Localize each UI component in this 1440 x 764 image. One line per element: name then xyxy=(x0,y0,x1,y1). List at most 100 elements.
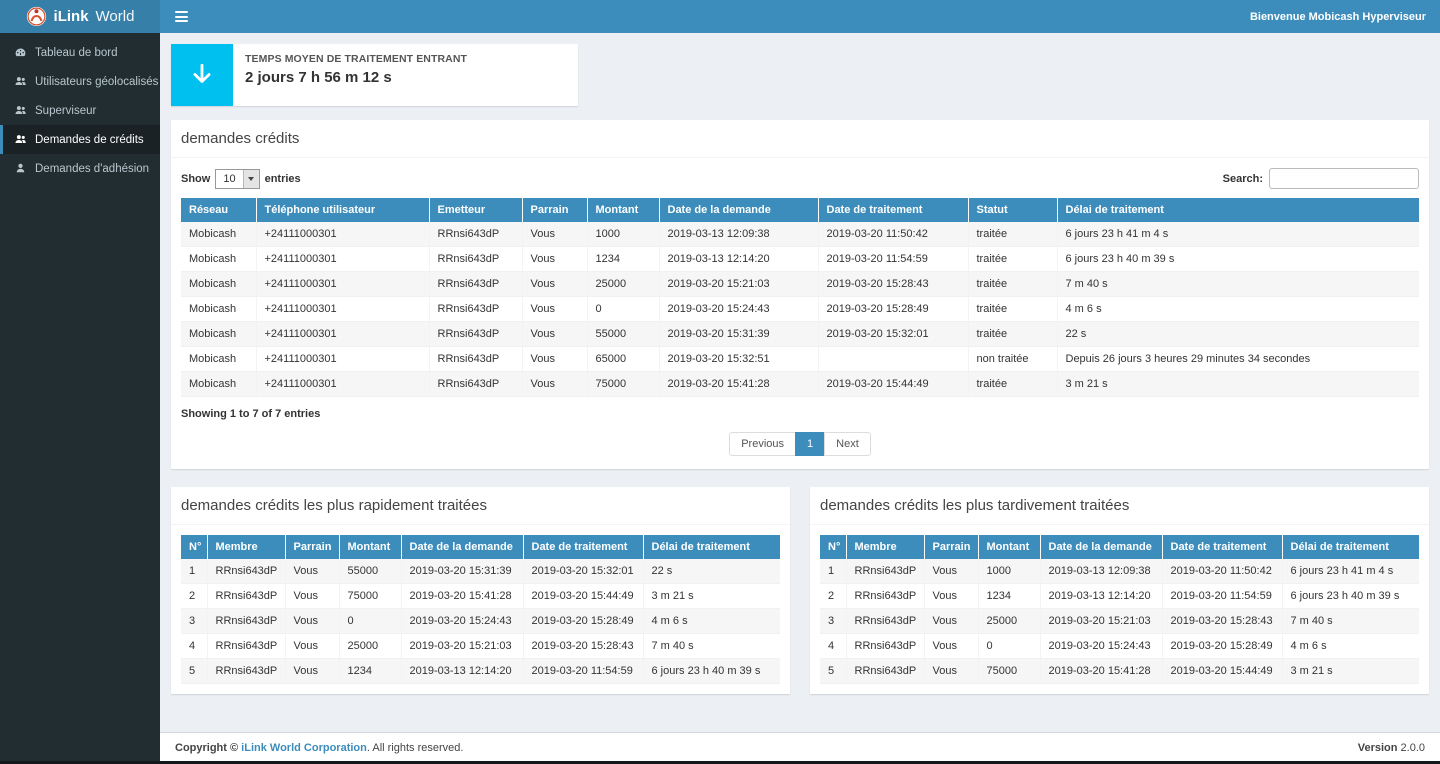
sidebar-item-superviseur[interactable]: Superviseur xyxy=(0,96,160,125)
table-cell: 2019-03-20 15:41:28 xyxy=(659,372,818,397)
page-length-select[interactable]: 10 xyxy=(215,169,259,189)
table-cell: 1234 xyxy=(339,659,401,684)
table-cell: RRnsi643dP xyxy=(429,272,522,297)
users-icon xyxy=(14,104,27,117)
column-header[interactable]: Parrain xyxy=(285,535,339,559)
column-header[interactable]: Date de traitement xyxy=(818,198,968,222)
table-cell: Vous xyxy=(522,372,587,397)
table-row: Mobicash+24111000301RRnsi643dPVous100020… xyxy=(181,222,1419,247)
table-cell: 22 s xyxy=(1057,322,1419,347)
column-header[interactable]: Délai de traitement xyxy=(1057,198,1419,222)
table-header-row: N°MembreParrainMontantDate de la demande… xyxy=(820,535,1419,559)
table-cell: Mobicash xyxy=(181,297,256,322)
column-header[interactable]: Statut xyxy=(968,198,1057,222)
table-cell: Vous xyxy=(924,634,978,659)
table-cell: +24111000301 xyxy=(256,322,429,347)
brand-name-bold: iLink xyxy=(54,8,89,25)
column-header[interactable]: Montant xyxy=(339,535,401,559)
column-header[interactable]: Parrain xyxy=(924,535,978,559)
table-cell: Vous xyxy=(522,322,587,347)
column-header[interactable]: Emetteur xyxy=(429,198,522,222)
table-cell: Mobicash xyxy=(181,222,256,247)
sidebar-item-utilisateurs-geolocalises[interactable]: Utilisateurs géolocalisés xyxy=(0,67,160,96)
table-cell: 6 jours 23 h 40 m 39 s xyxy=(643,659,780,684)
column-header[interactable]: Date de la demande xyxy=(659,198,818,222)
column-header[interactable]: Réseau xyxy=(181,198,256,222)
table-cell: 4 xyxy=(820,634,846,659)
sidebar-item-tableau-de-bord[interactable]: Tableau de bord xyxy=(0,38,160,67)
column-header[interactable]: Membre xyxy=(207,535,285,559)
welcome-user-text: Bienvenue Mobicash Hyperviseur xyxy=(1250,11,1440,23)
panel-title: demandes crédits les plus rapidement tra… xyxy=(171,487,790,525)
column-header[interactable]: Date de traitement xyxy=(523,535,643,559)
table-cell: Vous xyxy=(522,247,587,272)
sidebar-item-label: Tableau de bord xyxy=(35,47,117,59)
table-info-text: Showing 1 to 7 of 7 entries xyxy=(181,408,1419,420)
table-cell: 25000 xyxy=(587,272,659,297)
table-cell: 2019-03-13 12:14:20 xyxy=(659,247,818,272)
app-window: iLink World Bienvenue Mobicash Hypervise… xyxy=(0,0,1440,764)
table-cell: RRnsi643dP xyxy=(207,559,285,584)
table-cell: Mobicash xyxy=(181,347,256,372)
down-arrow-icon xyxy=(171,44,233,106)
column-header[interactable]: Membre xyxy=(846,535,924,559)
company-link[interactable]: iLink World Corporation xyxy=(241,742,367,754)
ilink-world-logo-icon xyxy=(26,6,47,27)
column-header[interactable]: Parrain xyxy=(522,198,587,222)
table-cell: Vous xyxy=(522,297,587,322)
table-cell: 0 xyxy=(587,297,659,322)
table-cell: Vous xyxy=(285,559,339,584)
credit-requests-panel: demandes crédits Show 10 entries xyxy=(171,120,1429,469)
table-cell: 2 xyxy=(820,584,846,609)
previous-page-button[interactable]: Previous xyxy=(729,432,796,456)
table-cell: 3 m 21 s xyxy=(1057,372,1419,397)
column-header[interactable]: Montant xyxy=(978,535,1040,559)
column-header[interactable]: N° xyxy=(820,535,846,559)
table-cell: Mobicash xyxy=(181,322,256,347)
column-header[interactable]: N° xyxy=(181,535,207,559)
table-cell: traitée xyxy=(968,247,1057,272)
table-cell: Vous xyxy=(924,659,978,684)
table-cell: RRnsi643dP xyxy=(429,347,522,372)
page-1-button[interactable]: 1 xyxy=(795,432,825,456)
sidebar-item-demandes-adhesion[interactable]: Demandes d'adhésion xyxy=(0,154,160,183)
table-cell: 2019-03-13 12:14:20 xyxy=(1040,584,1162,609)
table-header-row: N°MembreParrainMontantDate de la demande… xyxy=(181,535,780,559)
avg-processing-time-infobox: TEMPS MOYEN DE TRAITEMENT ENTRANT 2 jour… xyxy=(171,44,578,106)
table-row: Mobicash+24111000301RRnsi643dPVous02019-… xyxy=(181,297,1419,322)
column-header[interactable]: Montant xyxy=(587,198,659,222)
column-header[interactable]: Date de traitement xyxy=(1162,535,1282,559)
table-cell: traitée xyxy=(968,222,1057,247)
next-page-button[interactable]: Next xyxy=(824,432,871,456)
column-header[interactable]: Date de la demande xyxy=(401,535,523,559)
brand-name-light: World xyxy=(96,8,135,25)
table-cell: Vous xyxy=(285,634,339,659)
table-row: 5RRnsi643dPVous750002019-03-20 15:41:282… xyxy=(820,659,1419,684)
table-cell: +24111000301 xyxy=(256,297,429,322)
table-cell: RRnsi643dP xyxy=(207,584,285,609)
infobox-label: TEMPS MOYEN DE TRAITEMENT ENTRANT xyxy=(245,53,467,65)
pagination: Previous 1 Next xyxy=(181,432,1419,456)
table-cell: 2019-03-13 12:14:20 xyxy=(401,659,523,684)
table-cell: 2019-03-20 15:32:51 xyxy=(659,347,818,372)
table-cell: traitée xyxy=(968,322,1057,347)
search-input[interactable] xyxy=(1269,168,1419,189)
sidebar-toggle-button[interactable] xyxy=(160,0,202,33)
sidebar-item-demandes-de-credits[interactable]: Demandes de crédits xyxy=(0,125,160,154)
page-length-value: 10 xyxy=(216,170,242,188)
navbar: Bienvenue Mobicash Hyperviseur xyxy=(160,0,1440,33)
table-cell: 2019-03-20 11:54:59 xyxy=(818,247,968,272)
column-header[interactable]: Téléphone utilisateur xyxy=(256,198,429,222)
table-cell: 1234 xyxy=(978,584,1040,609)
table-cell: 2019-03-20 15:41:28 xyxy=(401,584,523,609)
table-cell: 3 xyxy=(820,609,846,634)
table-cell: 75000 xyxy=(978,659,1040,684)
table-cell: 2019-03-20 15:28:49 xyxy=(1162,634,1282,659)
table-cell: +24111000301 xyxy=(256,247,429,272)
table-cell: 2019-03-20 11:54:59 xyxy=(1162,584,1282,609)
column-header[interactable]: Délai de traitement xyxy=(643,535,780,559)
column-header[interactable]: Date de la demande xyxy=(1040,535,1162,559)
table-cell: Mobicash xyxy=(181,272,256,297)
brand-logo-area[interactable]: iLink World xyxy=(0,0,160,33)
column-header[interactable]: Délai de traitement xyxy=(1282,535,1419,559)
